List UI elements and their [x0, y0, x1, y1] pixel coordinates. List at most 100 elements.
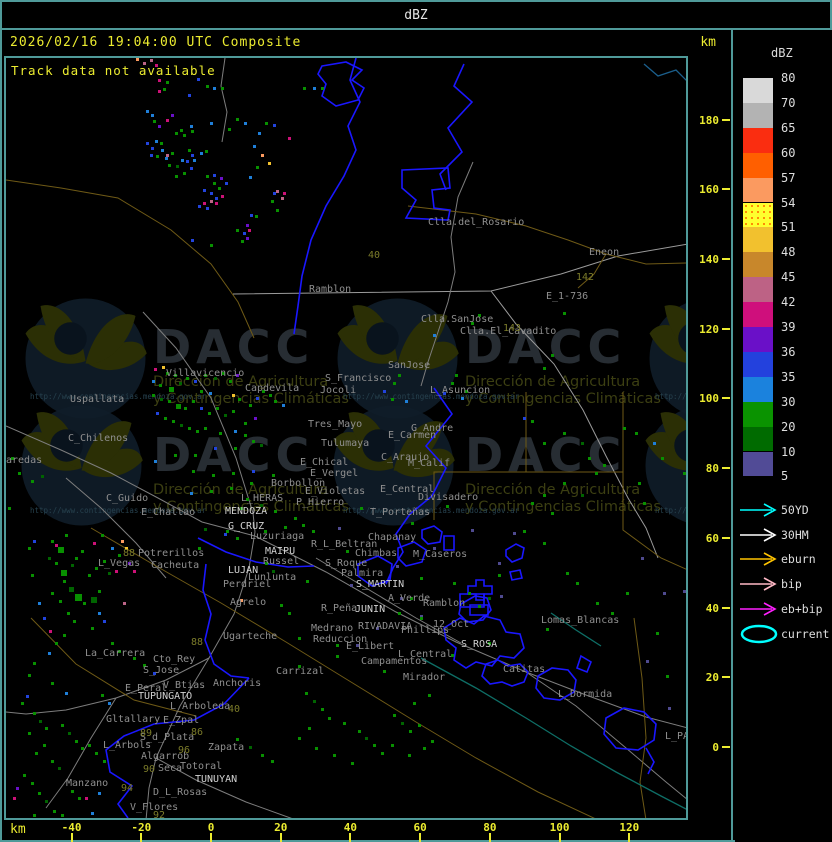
gray-map-line: [6, 426, 255, 536]
radar-echo-pixel: [28, 547, 31, 550]
radar-echo-pixel: [188, 94, 191, 97]
radar-echo-pixel: [183, 134, 186, 137]
radar-echo-pixel: [172, 420, 175, 423]
map-place-label: T_Porteñas: [370, 508, 430, 518]
dbz-scale-swatch: [743, 427, 773, 452]
marker-legend-label: bip: [781, 578, 802, 591]
radar-echo-pixel: [41, 475, 44, 478]
radar-echo-pixel: [461, 397, 464, 400]
radar-echo-pixel: [350, 584, 353, 587]
map-place-label: Ugarteche: [223, 632, 277, 642]
radar-echo-pixel: [250, 214, 253, 217]
radar-map-canvas: Track data not available DACCDirección d…: [6, 58, 686, 818]
radar-echo-pixel: [626, 592, 629, 595]
map-place-label: Medrano: [311, 624, 353, 634]
radar-echo-pixel: [21, 702, 24, 705]
map-place-label: Campamentos: [361, 657, 427, 667]
radar-echo-pixel: [453, 582, 456, 585]
map-place-label: E_1-736: [546, 292, 588, 302]
map-place-label: E_Libert: [346, 642, 394, 652]
radar-echo-pixel: [281, 197, 284, 200]
radar-echo-pixel: [236, 738, 239, 741]
radar-echo-pixel: [43, 744, 46, 747]
radar-echo-pixel: [194, 380, 197, 383]
radar-echo-pixel: [58, 767, 61, 770]
radar-echo-pixel: [398, 374, 401, 377]
blue-map-line: [444, 536, 454, 550]
radar-echo-pixel: [191, 130, 194, 133]
window-title: dBZ: [404, 8, 427, 23]
radar-echo-pixel: [65, 692, 68, 695]
dbz-scale-swatch: [743, 128, 773, 153]
radar-echo-pixel: [241, 240, 244, 243]
radar-echo-pixel: [33, 540, 36, 543]
radar-echo-pixel: [193, 159, 196, 162]
road-number-label: 92: [153, 811, 165, 820]
radar-echo-pixel: [581, 442, 584, 445]
radar-echo-pixel: [71, 564, 74, 567]
radar-echo-pixel: [123, 602, 126, 605]
map-place-label: Tulumaya: [321, 439, 369, 449]
radar-echo-pixel: [336, 655, 339, 658]
radar-echo-pixel: [210, 122, 213, 125]
map-place-label: L_Dormida: [558, 690, 612, 700]
x-axis-tick-mark: [419, 833, 421, 842]
radar-echo-pixel: [146, 110, 149, 113]
radar-map[interactable]: Track data not available DACCDirección d…: [4, 56, 688, 820]
marker-glyph: [738, 599, 780, 619]
radar-echo-pixel: [252, 470, 255, 473]
radar-echo-pixel: [63, 634, 66, 637]
radar-echo-pixel: [683, 472, 686, 475]
radar-echo-pixel: [103, 620, 106, 623]
radar-echo-pixel: [513, 532, 516, 535]
radar-echo-pixel: [174, 454, 177, 457]
radar-echo-pixel: [215, 197, 218, 200]
radar-echo-pixel: [260, 444, 263, 447]
y-axis-tick-label: 120: [689, 323, 719, 336]
map-place-label: Zapata: [208, 743, 244, 753]
dbz-scale-swatch: [743, 153, 773, 178]
radar-echo-pixel: [596, 602, 599, 605]
radar-echo-pixel: [641, 557, 644, 560]
blue-map-line: [506, 544, 524, 562]
radar-echo-pixel: [88, 574, 91, 577]
radar-echo-pixel: [581, 494, 584, 497]
radar-echo-pixel: [163, 88, 166, 91]
blue-map-line: [510, 570, 522, 580]
radar-echo-pixel: [500, 595, 503, 598]
map-place-label: Eneon: [589, 248, 619, 258]
road-number-label: 89: [140, 729, 152, 739]
x-axis-tick-mark: [349, 833, 351, 842]
road-number-label: 40: [228, 705, 240, 715]
radar-echo-pixel: [158, 125, 161, 128]
bip-arrow-icon: [738, 574, 780, 598]
radar-echo-pixel: [103, 760, 106, 763]
radar-echo-pixel: [563, 482, 566, 485]
radar-echo-pixel: [213, 87, 216, 90]
radar-echo-pixel: [98, 612, 101, 615]
radar-echo-pixel: [150, 154, 153, 157]
radar-echo-pixel: [136, 58, 139, 61]
map-place-label: Carrizal: [276, 667, 324, 677]
blue-map-line: [604, 708, 656, 750]
radar-echo-pixel: [230, 487, 233, 490]
radar-echo-pixel: [218, 187, 221, 190]
radar-echo-pixel: [190, 492, 193, 495]
radar-echo-pixel: [256, 397, 259, 400]
radar-echo-pixel: [306, 580, 309, 583]
radar-echo-pixel: [308, 727, 311, 730]
map-place-label: Ramblon: [309, 285, 351, 295]
radar-echo-pixel: [115, 570, 118, 573]
radar-echo-pixel: [252, 440, 255, 443]
map-place-label: E_Carmen: [388, 431, 436, 441]
30HM-arrow-icon: [738, 525, 780, 549]
dbz-scale-swatch: [743, 227, 773, 252]
radar-echo-pixel: [188, 149, 191, 152]
radar-echo-pixel: [232, 394, 235, 397]
map-place-label: E_Chical: [300, 458, 348, 468]
map-place-label: TUNUYAN: [195, 775, 237, 785]
radar-echo-pixel: [315, 747, 318, 750]
map-place-label: C_Chilenos: [68, 434, 128, 444]
radar-echo-pixel: [234, 447, 237, 450]
radar-echo-pixel: [164, 417, 167, 420]
